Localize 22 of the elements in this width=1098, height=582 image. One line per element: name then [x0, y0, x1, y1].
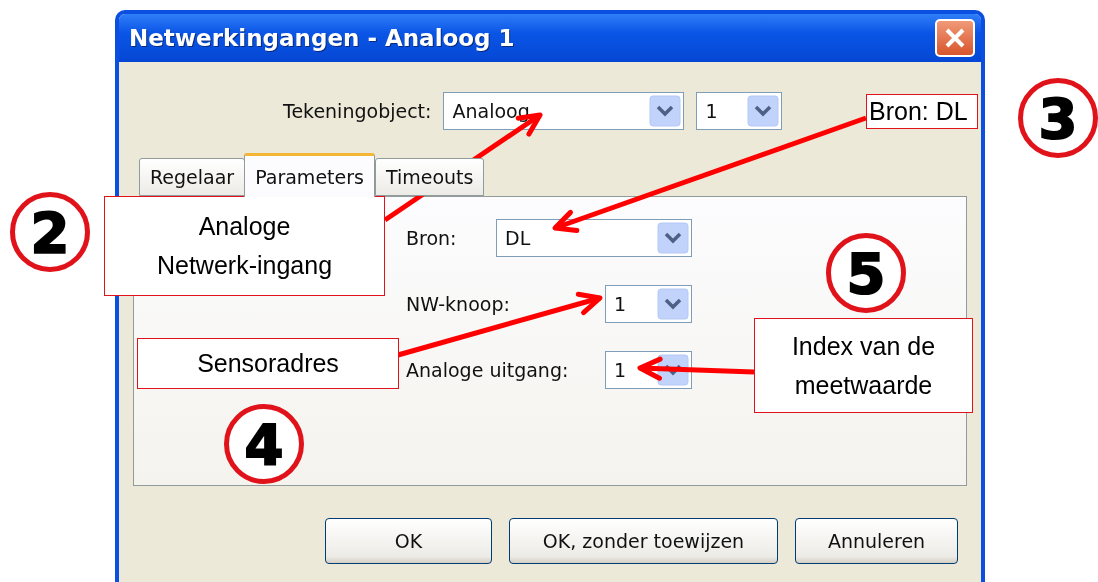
tab[interactable]: Regelaar	[139, 158, 246, 196]
dialog-button[interactable]: Annuleren	[795, 518, 958, 564]
number-marker: 3	[1018, 78, 1098, 158]
number-marker: 2	[10, 192, 90, 272]
window-title: Netwerkingangen - Analoog 1	[129, 25, 515, 51]
field-label: Analoge uitgang:	[406, 359, 570, 381]
dropdown-field[interactable]: DL	[496, 219, 692, 257]
tab[interactable]: Parameters	[244, 153, 375, 197]
tab[interactable]: Timeouts	[374, 158, 485, 196]
number-dropdown[interactable]: 1	[696, 92, 783, 130]
callout-label: Bron: DL	[866, 94, 978, 129]
callout-label: Index van de meetwaarde	[754, 318, 973, 413]
callout-label: Analoge Netwerk-ingang	[104, 196, 385, 296]
dropdown-field[interactable]: 1	[605, 285, 692, 323]
callout-label: Sensoradres	[137, 338, 399, 389]
field-label: NW-knoop:	[406, 293, 511, 315]
field-label: Tekeningobject:	[283, 100, 432, 122]
dialog-button[interactable]: OK	[325, 518, 492, 564]
field-label: Bron:	[406, 227, 458, 249]
close-button[interactable]	[935, 19, 975, 57]
close-icon	[943, 26, 967, 50]
dialog-button[interactable]: OK, zonder toewijzen	[509, 518, 778, 564]
